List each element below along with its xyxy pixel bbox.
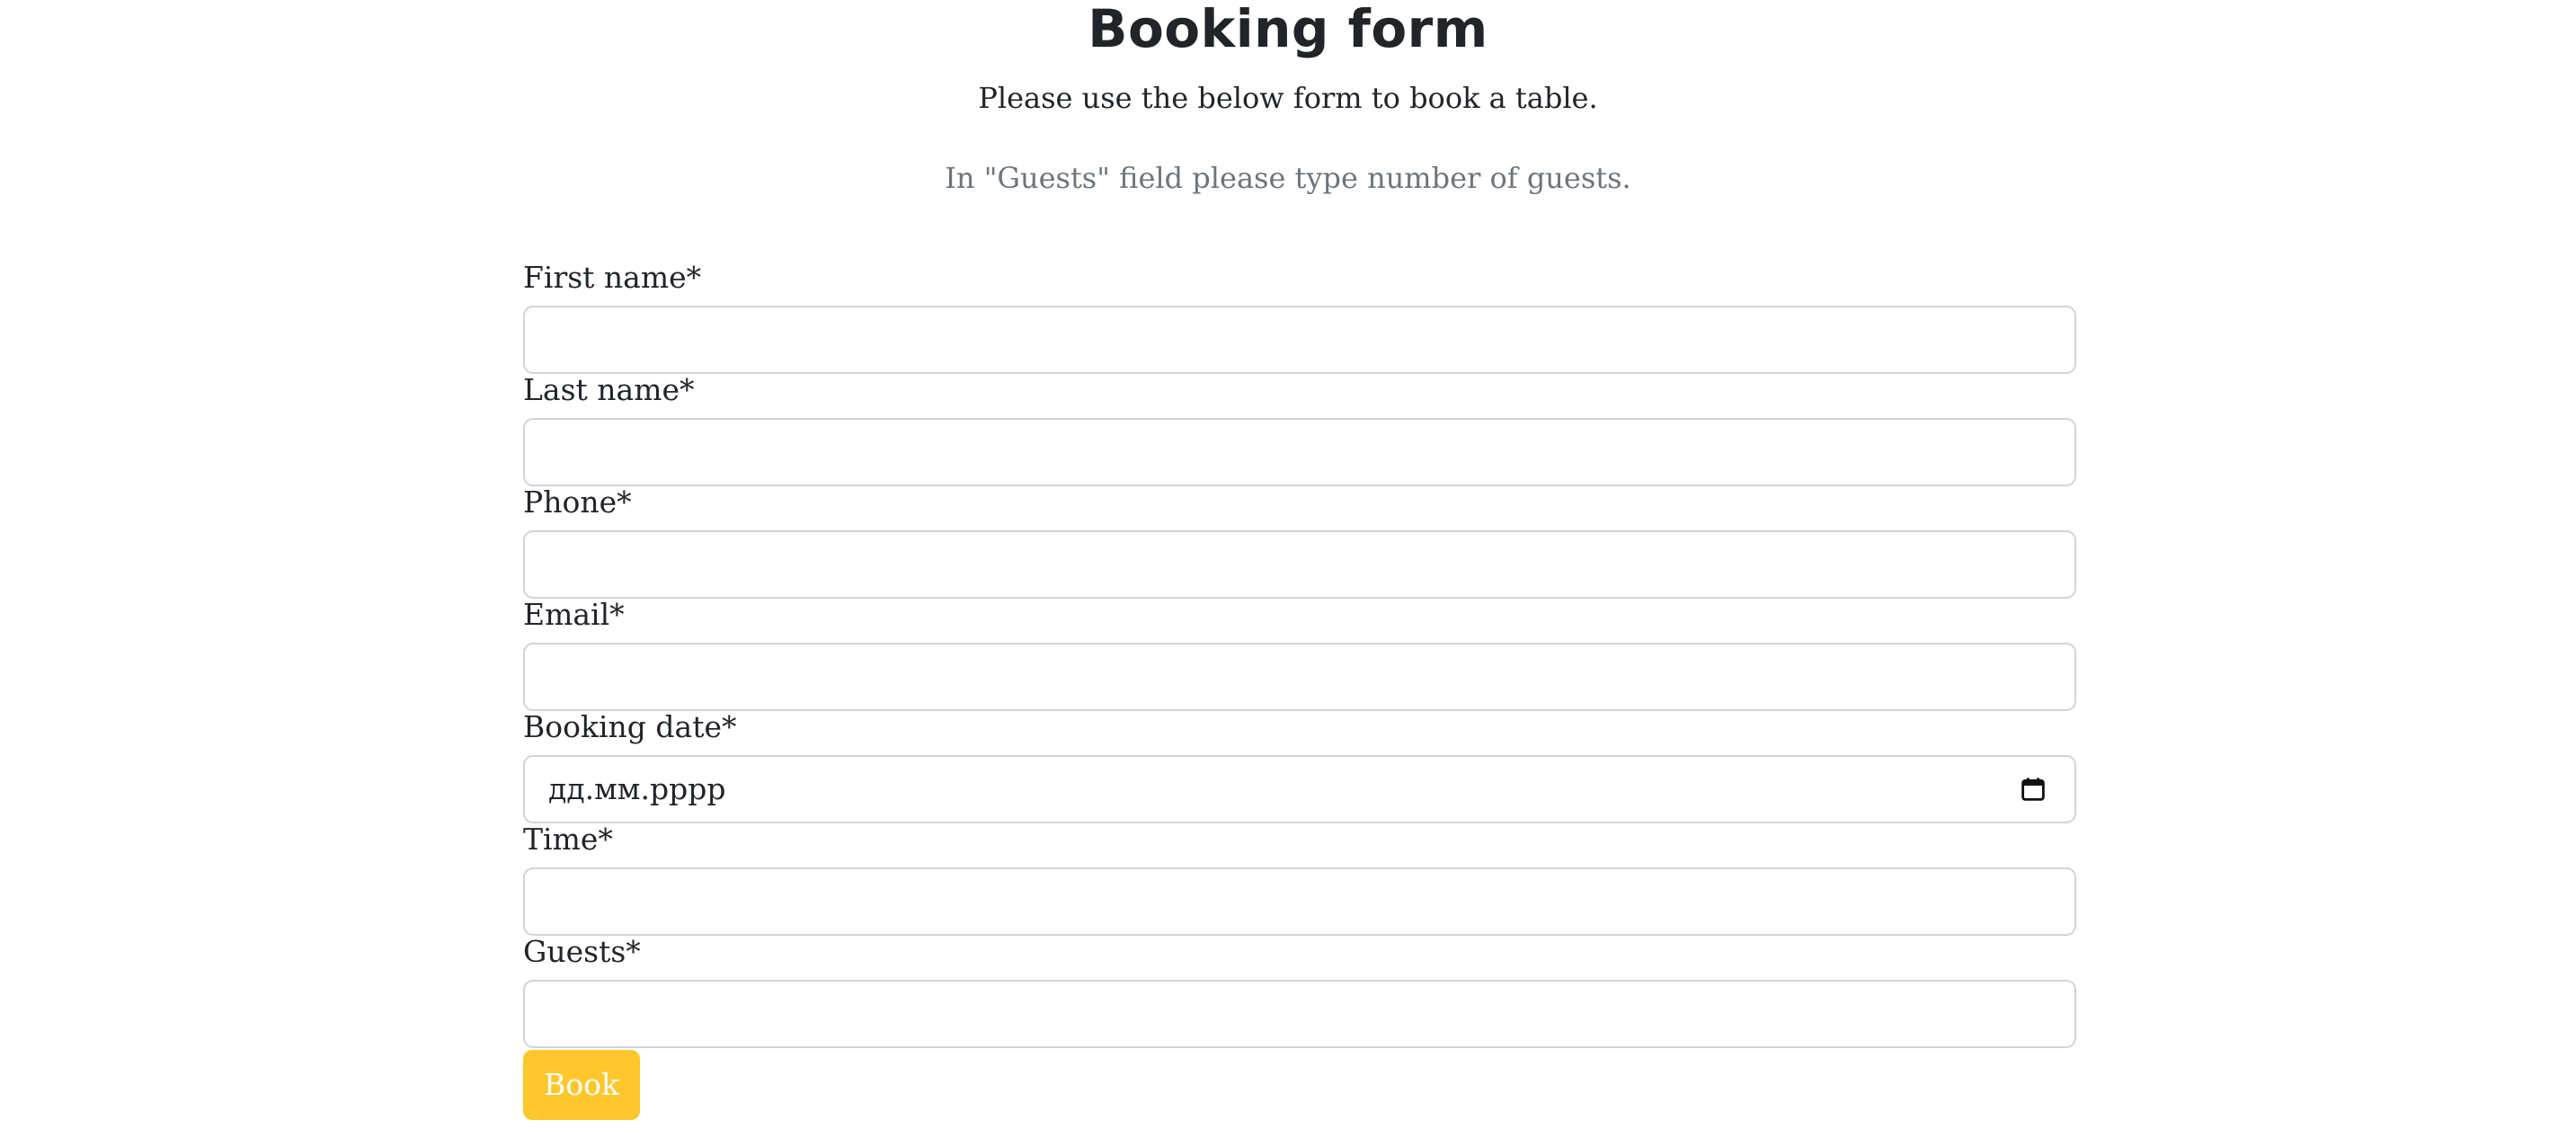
time-input[interactable] <box>523 867 2076 936</box>
booking-page: Booking form Please use the below form t… <box>0 0 2576 1138</box>
last-name-field: Last name* <box>523 371 2076 486</box>
booking-form: First name* Last name* Phone* Email* Boo <box>523 259 2076 1048</box>
phone-field: Phone* <box>523 484 2076 599</box>
email-input[interactable] <box>523 643 2076 711</box>
booking-date-field: Booking date* дд.мм.рррр <box>523 708 2076 823</box>
email-label: Email* <box>523 597 625 632</box>
time-label: Time* <box>523 822 613 857</box>
phone-label: Phone* <box>523 485 632 520</box>
guests-input[interactable] <box>523 980 2076 1048</box>
time-field: Time* <box>523 821 2076 936</box>
guests-hint: In "Guests" field please type number of … <box>945 161 1631 195</box>
first-name-label: First name* <box>523 260 702 295</box>
book-button[interactable]: Book <box>523 1050 640 1120</box>
last-name-input[interactable] <box>523 418 2076 486</box>
email-field: Email* <box>523 596 2076 711</box>
first-name-input[interactable] <box>523 306 2076 374</box>
page-title: Booking form <box>1088 0 1488 59</box>
last-name-label: Last name* <box>523 372 695 407</box>
booking-date-label: Booking date* <box>523 709 737 744</box>
page-subtitle: Please use the below form to book a tabl… <box>978 81 1598 115</box>
booking-date-value: дд.мм.рррр <box>548 771 726 806</box>
first-name-field: First name* <box>523 259 2076 374</box>
calendar-icon[interactable] <box>2021 777 2046 802</box>
phone-input[interactable] <box>523 530 2076 599</box>
guests-label: Guests* <box>523 934 641 969</box>
guests-field: Guests* <box>523 933 2076 1048</box>
booking-date-input[interactable]: дд.мм.рррр <box>523 755 2076 823</box>
